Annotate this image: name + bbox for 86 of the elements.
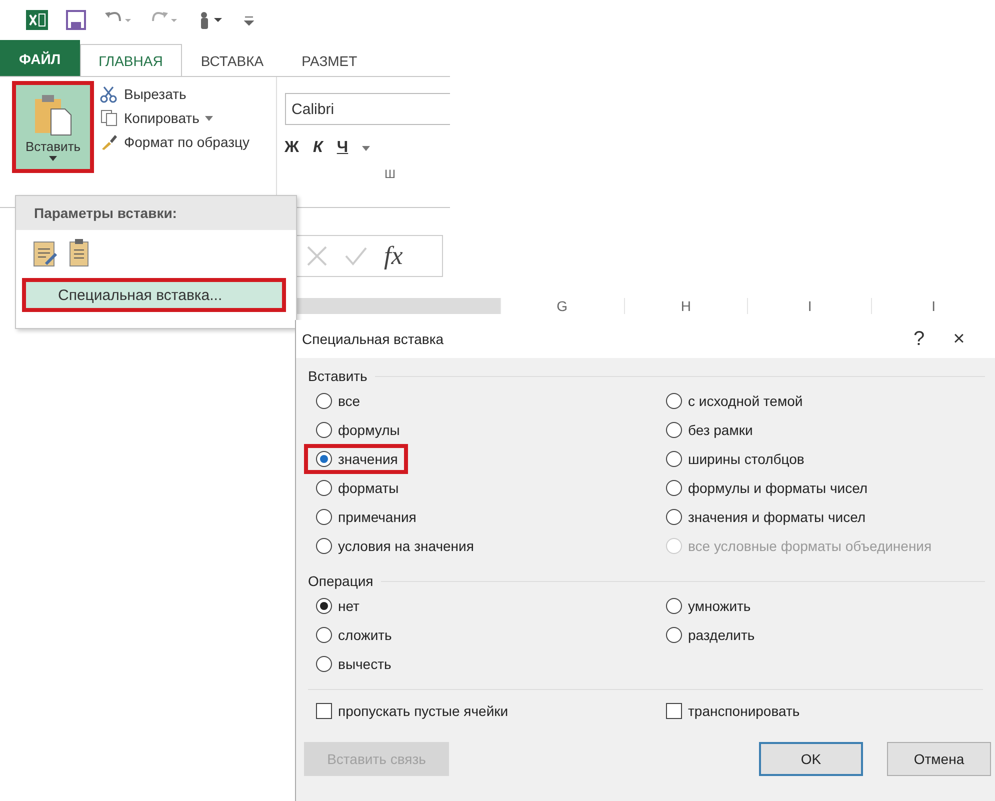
dialog-button[interactable]: OK xyxy=(759,742,863,776)
group-label: Ш xyxy=(384,167,397,181)
radio-button[interactable] xyxy=(316,509,332,525)
clipboard-icon[interactable] xyxy=(68,238,90,268)
save-icon[interactable] xyxy=(66,10,86,30)
caret-icon[interactable] xyxy=(362,146,370,150)
radio-button[interactable] xyxy=(316,538,332,554)
ribbon-command[interactable]: Формат по образцу xyxy=(124,134,250,150)
radio-button[interactable] xyxy=(316,656,332,672)
checkbox[interactable] xyxy=(666,703,682,719)
option-row[interactable]: примечания xyxy=(316,506,420,528)
ribbon-tab[interactable]: РАЗМЕТ xyxy=(282,44,376,76)
radio-button[interactable] xyxy=(666,509,682,525)
option-row[interactable]: все xyxy=(316,390,364,412)
ribbon-tab[interactable]: ФАЙЛ xyxy=(0,40,80,76)
option-label[interactable]: нет xyxy=(338,598,360,614)
brush-icon xyxy=(100,133,118,151)
dialog-title: Специальная вставка xyxy=(302,331,445,347)
option-label[interactable]: пропускать пустые ячейки xyxy=(338,703,508,719)
close-button[interactable]: × xyxy=(939,326,979,352)
dialog-button[interactable]: Отмена xyxy=(887,742,991,776)
radio-button[interactable] xyxy=(316,393,332,409)
option-row[interactable]: формулы xyxy=(316,419,403,441)
option-label[interactable]: форматы xyxy=(338,480,399,496)
option-label[interactable]: примечания xyxy=(338,509,416,525)
option-row[interactable]: формулы и форматы чисел xyxy=(666,477,871,499)
font-name-field[interactable]: Calibri xyxy=(284,93,450,125)
ribbon-command[interactable]: Вырезать xyxy=(124,86,186,102)
option-row[interactable]: без рамки xyxy=(666,419,756,441)
checkbox[interactable] xyxy=(316,703,332,719)
column-header[interactable]: H xyxy=(624,298,748,314)
option-label[interactable]: транспонировать xyxy=(688,703,800,719)
customize-icon[interactable] xyxy=(244,14,254,26)
radio-button[interactable] xyxy=(666,451,682,467)
column-header[interactable]: G xyxy=(500,298,624,314)
help-button[interactable]: ? xyxy=(899,326,939,352)
option-row[interactable]: с исходной темой xyxy=(666,390,806,412)
option-label[interactable]: формулы и форматы чисел xyxy=(688,480,868,496)
option-row[interactable]: значения и форматы чисел xyxy=(666,506,869,528)
option-label[interactable]: ширины столбцов xyxy=(688,451,804,467)
menu-item[interactable]: Специальная вставка... xyxy=(22,278,286,312)
radio-button[interactable] xyxy=(316,598,332,614)
option-label[interactable]: вычесть xyxy=(338,656,392,672)
option-row[interactable]: условия на значения xyxy=(316,535,477,557)
radio-button[interactable] xyxy=(666,480,682,496)
check-icon[interactable] xyxy=(344,246,368,266)
radio-button[interactable] xyxy=(316,480,332,496)
ribbon-tab[interactable]: ВСТАВКА xyxy=(182,44,283,76)
function-button[interactable]: fx xyxy=(384,241,403,271)
copy-icon xyxy=(100,109,118,127)
option-label[interactable]: сложить xyxy=(338,627,392,643)
option-row[interactable]: ширины столбцов xyxy=(666,448,808,470)
option-label[interactable]: формулы xyxy=(338,422,400,438)
option-label[interactable]: умножить xyxy=(688,598,751,614)
caret-icon xyxy=(49,156,57,161)
excel-logo-icon[interactable] xyxy=(26,10,48,30)
radio-button[interactable] xyxy=(666,393,682,409)
menu-header: Параметры вставки: xyxy=(16,196,296,230)
paste-button[interactable]: Вставить xyxy=(12,81,94,173)
section-label: Операция xyxy=(308,573,374,589)
ribbon-tab[interactable]: ГЛАВНАЯ xyxy=(80,44,182,76)
radio-button[interactable] xyxy=(666,598,682,614)
caret-icon[interactable] xyxy=(205,116,214,120)
clipboard-icon xyxy=(33,93,73,137)
column-header[interactable]: I xyxy=(747,298,872,314)
radio-button[interactable] xyxy=(316,422,332,438)
option-label[interactable]: с исходной темой xyxy=(688,393,803,409)
format-button[interactable]: Ж xyxy=(284,139,300,157)
option-row[interactable]: значения xyxy=(308,448,404,470)
option-label[interactable]: условия на значения xyxy=(338,538,474,554)
option-label[interactable]: значения и форматы чисел xyxy=(688,509,866,525)
radio-button[interactable] xyxy=(316,451,332,467)
radio-button[interactable] xyxy=(316,627,332,643)
option-label[interactable]: разделить xyxy=(688,627,755,643)
radio-button[interactable] xyxy=(666,627,682,643)
section-label: Вставить xyxy=(308,368,368,384)
option-row[interactable]: форматы xyxy=(316,477,402,499)
column-header[interactable]: I xyxy=(871,298,995,314)
format-button[interactable]: К xyxy=(313,139,323,157)
ribbon-command[interactable]: Копировать xyxy=(124,110,200,126)
format-button[interactable]: Ч xyxy=(336,139,348,157)
option-label[interactable]: без рамки xyxy=(688,422,753,438)
radio-button[interactable] xyxy=(666,422,682,438)
scissors-icon xyxy=(100,85,118,103)
option-label[interactable]: все xyxy=(338,393,360,409)
option-label[interactable]: значения xyxy=(338,451,398,467)
